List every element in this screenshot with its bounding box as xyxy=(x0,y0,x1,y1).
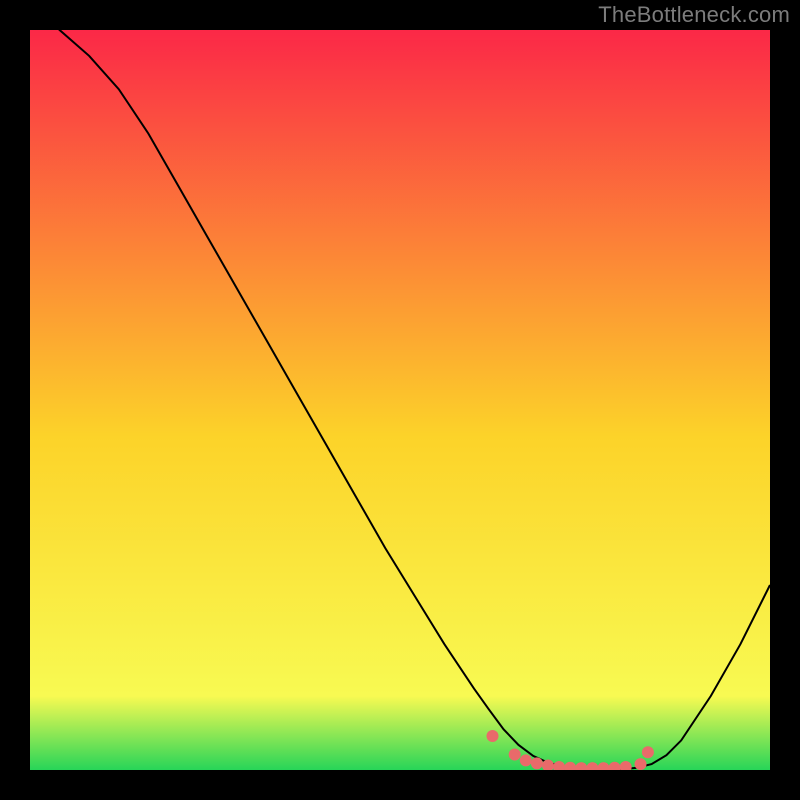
marker-dot xyxy=(509,748,521,760)
gradient-bg xyxy=(30,30,770,770)
marker-dot xyxy=(531,757,543,769)
chart xyxy=(30,30,770,770)
marker-dot xyxy=(520,754,532,766)
marker-dot xyxy=(487,730,499,742)
watermark-text: TheBottleneck.com xyxy=(598,2,790,28)
frame: TheBottleneck.com xyxy=(0,0,800,800)
chart-svg xyxy=(30,30,770,770)
marker-dot xyxy=(635,758,647,770)
marker-dot xyxy=(642,746,654,758)
